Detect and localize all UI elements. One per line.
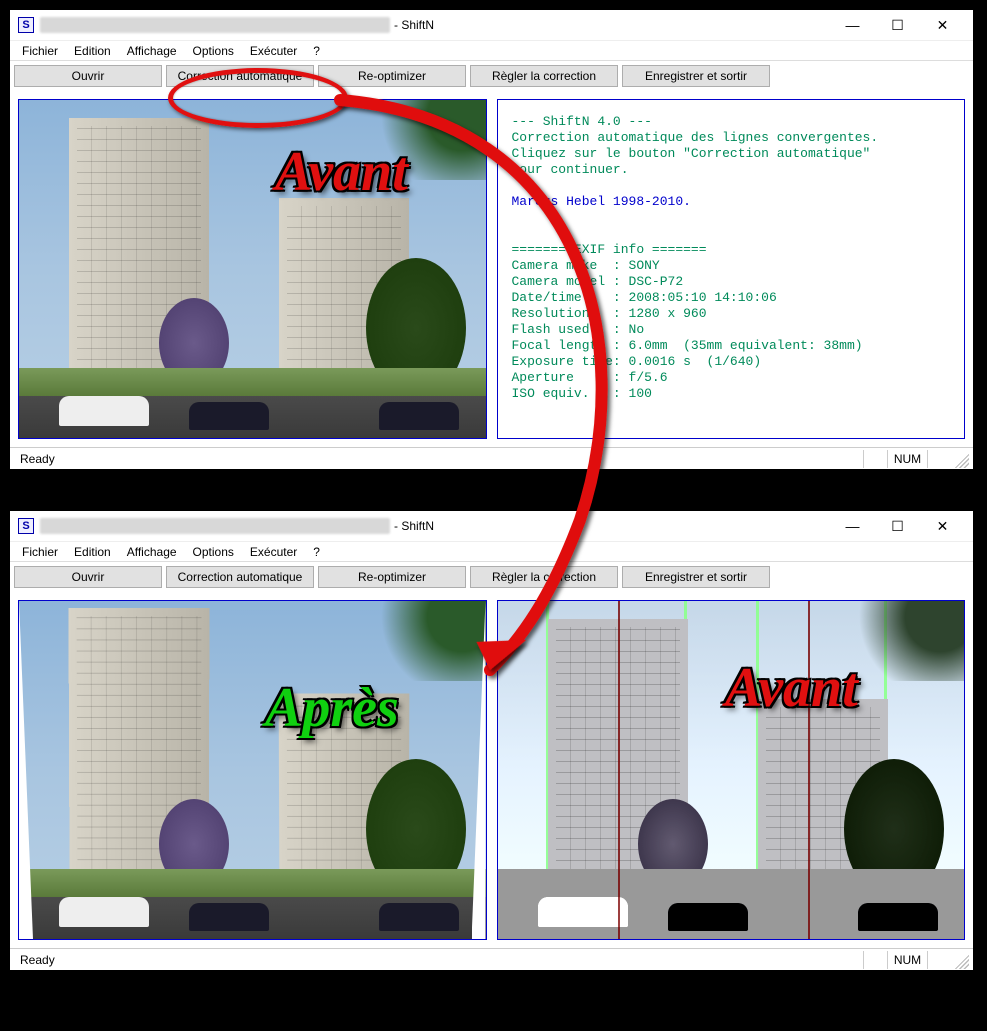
info-text: --- ShiftN 4.0 --- Correction automatiqu…	[498, 100, 965, 438]
status-box-1	[863, 450, 887, 468]
status-num: NUM	[887, 450, 927, 468]
menu-affichage[interactable]: Affichage	[119, 543, 185, 561]
status-box-3	[927, 450, 951, 468]
reoptimize-button[interactable]: Re-optimizer	[318, 65, 466, 87]
photo-original	[19, 100, 486, 438]
app-window-before: S - ShiftN — ☐ ✕ Fichier Edition Afficha…	[9, 9, 974, 470]
app-icon: S	[18, 518, 34, 534]
resize-grip-icon[interactable]	[951, 450, 969, 468]
title-path-blurred	[40, 518, 390, 534]
menu-edition[interactable]: Edition	[66, 42, 119, 60]
adjust-button[interactable]: Règler la correction	[470, 65, 618, 87]
title-suffix: - ShiftN	[394, 18, 434, 32]
photo-corrected	[19, 601, 486, 939]
info-panel: --- ShiftN 4.0 --- Correction automatiqu…	[497, 99, 966, 439]
image-panel-corrected	[18, 600, 487, 940]
title-suffix: - ShiftN	[394, 519, 434, 533]
menu-fichier[interactable]: Fichier	[14, 543, 66, 561]
app-window-after: S - ShiftN — ☐ ✕ Fichier Edition Afficha…	[9, 510, 974, 971]
content-area: --- ShiftN 4.0 --- Correction automatiqu…	[10, 91, 973, 447]
statusbar: Ready NUM	[10, 447, 973, 469]
app-icon: S	[18, 17, 34, 33]
menu-affichage[interactable]: Affichage	[119, 42, 185, 60]
window-controls: — ☐ ✕	[830, 11, 965, 39]
menu-options[interactable]: Options	[185, 543, 242, 561]
minimize-button[interactable]: —	[830, 11, 875, 39]
save-exit-button[interactable]: Enregistrer et sortir	[622, 566, 770, 588]
status-num: NUM	[887, 951, 927, 969]
photo-edge-detection	[498, 601, 965, 939]
image-panel-edges	[497, 600, 966, 940]
menu-options[interactable]: Options	[185, 42, 242, 60]
image-panel-original	[18, 99, 487, 439]
toolbar: Ouvrir Correction automatique Re-optimiz…	[10, 561, 973, 592]
title-path-blurred	[40, 17, 390, 33]
menu-executer[interactable]: Exécuter	[242, 42, 305, 60]
toolbar: Ouvrir Correction automatique Re-optimiz…	[10, 60, 973, 91]
status-box-3	[927, 951, 951, 969]
menubar: Fichier Edition Affichage Options Exécut…	[10, 541, 973, 561]
content-area	[10, 592, 973, 948]
auto-correct-button[interactable]: Correction automatique	[166, 65, 314, 87]
status-ready: Ready	[14, 452, 61, 466]
open-button[interactable]: Ouvrir	[14, 65, 162, 87]
auto-correct-button[interactable]: Correction automatique	[166, 566, 314, 588]
status-ready: Ready	[14, 953, 61, 967]
minimize-button[interactable]: —	[830, 512, 875, 540]
resize-grip-icon[interactable]	[951, 951, 969, 969]
status-box-1	[863, 951, 887, 969]
titlebar[interactable]: S - ShiftN — ☐ ✕	[10, 10, 973, 40]
maximize-button[interactable]: ☐	[875, 11, 920, 39]
menu-edition[interactable]: Edition	[66, 543, 119, 561]
window-controls: — ☐ ✕	[830, 512, 965, 540]
save-exit-button[interactable]: Enregistrer et sortir	[622, 65, 770, 87]
reoptimize-button[interactable]: Re-optimizer	[318, 566, 466, 588]
menu-fichier[interactable]: Fichier	[14, 42, 66, 60]
titlebar[interactable]: S - ShiftN — ☐ ✕	[10, 511, 973, 541]
open-button[interactable]: Ouvrir	[14, 566, 162, 588]
menu-executer[interactable]: Exécuter	[242, 543, 305, 561]
maximize-button[interactable]: ☐	[875, 512, 920, 540]
adjust-button[interactable]: Règler la correction	[470, 566, 618, 588]
menu-help[interactable]: ?	[305, 543, 328, 561]
statusbar: Ready NUM	[10, 948, 973, 970]
close-button[interactable]: ✕	[920, 512, 965, 540]
menu-help[interactable]: ?	[305, 42, 328, 60]
menubar: Fichier Edition Affichage Options Exécut…	[10, 40, 973, 60]
close-button[interactable]: ✕	[920, 11, 965, 39]
